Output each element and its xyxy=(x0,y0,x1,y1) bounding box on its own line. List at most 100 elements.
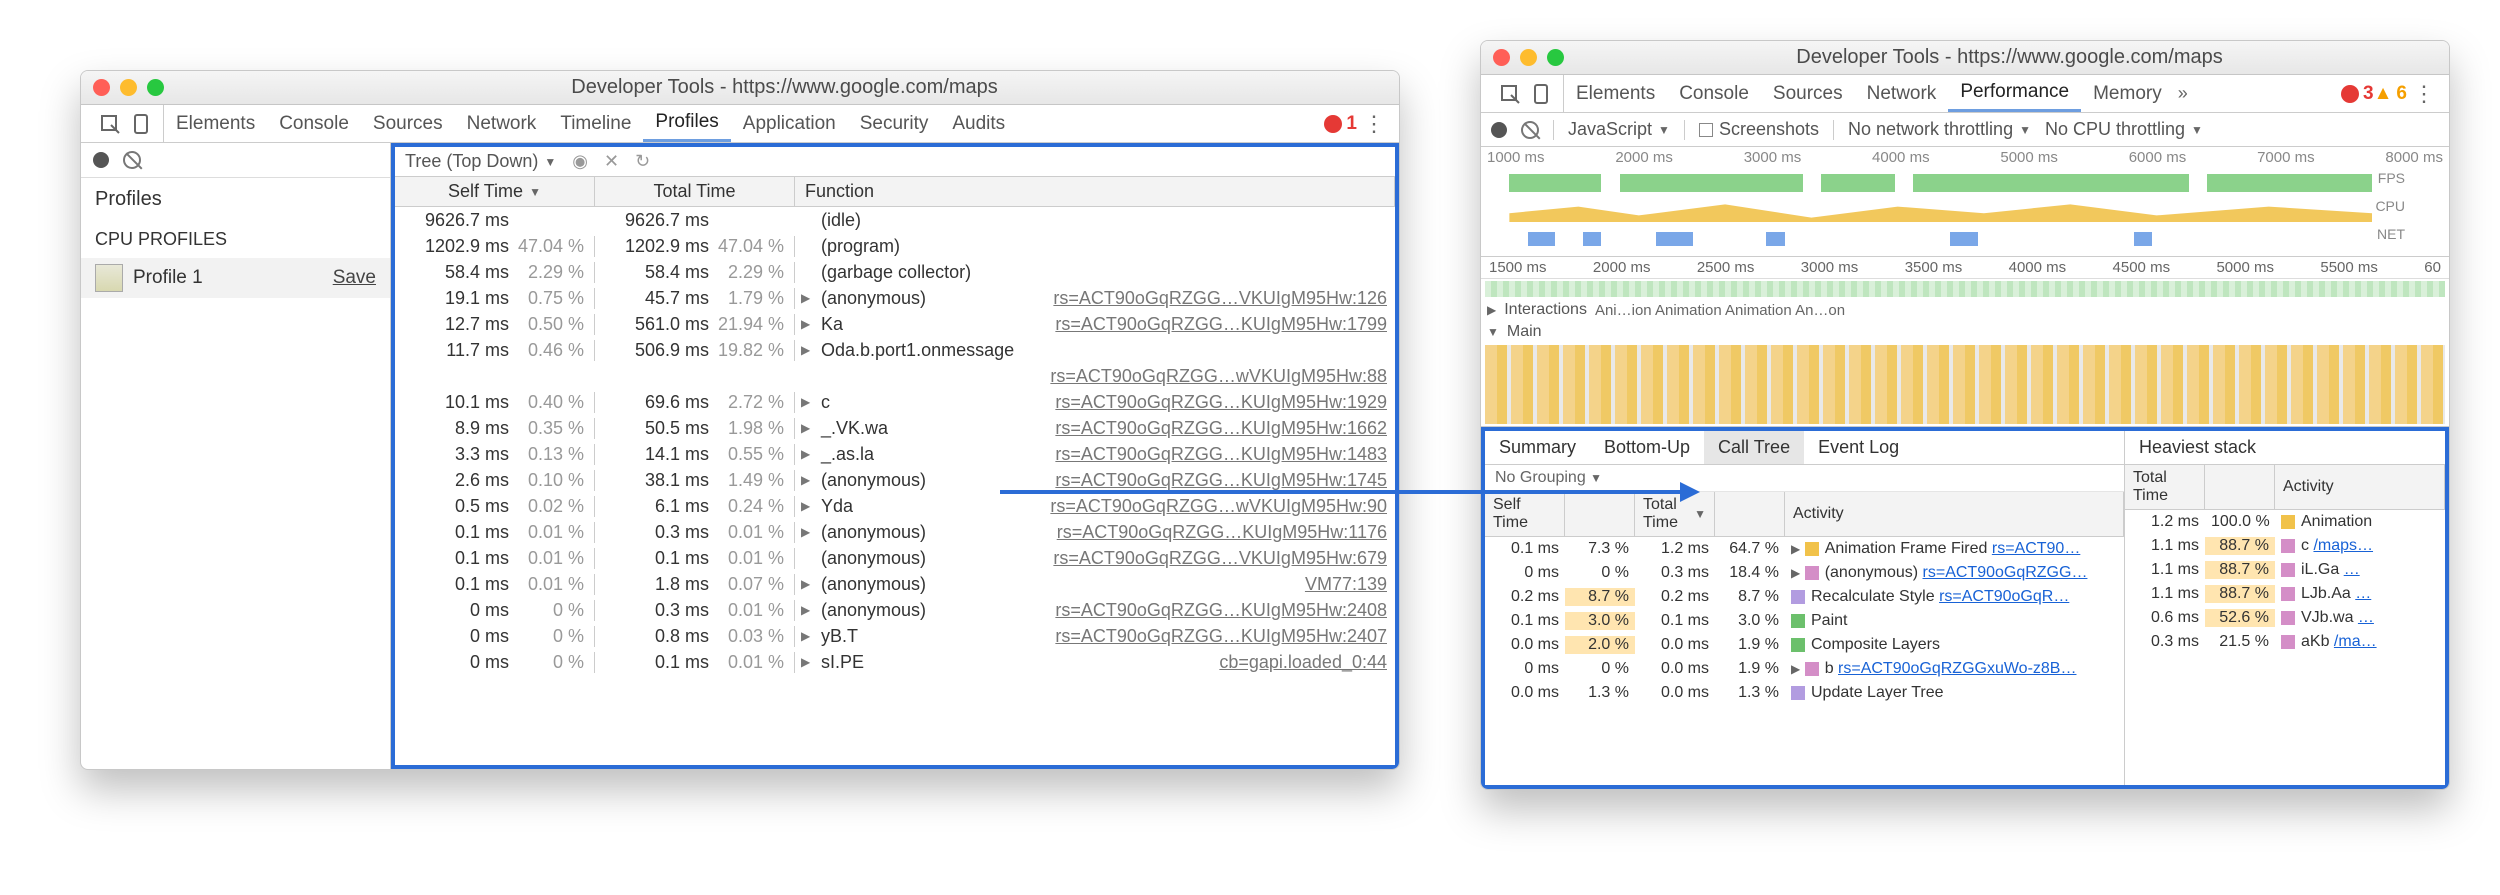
table-row[interactable]: 0 ms0 %0.3 ms18.4 %▶ (anonymous) rs=ACT9… xyxy=(1485,561,2124,585)
subtab-bottom-up[interactable]: Bottom-Up xyxy=(1590,431,1704,464)
expand-icon[interactable]: ▶ xyxy=(1481,303,1496,317)
col-function[interactable]: Function xyxy=(795,177,1395,206)
table-row[interactable]: 0.2 ms8.7 %0.2 ms8.7 %Recalculate Style … xyxy=(1485,585,2124,609)
source-link[interactable]: rs=ACT90oGqRZGG…wVKUIgM95Hw:90 xyxy=(1050,496,1395,517)
table-row[interactable]: 0.1 ms0.01 %0.3 ms0.01 %▶(anonymous)rs=A… xyxy=(395,519,1395,545)
source-link[interactable]: /maps… xyxy=(2313,537,2373,554)
close-x-icon[interactable]: ✕ xyxy=(604,151,619,172)
table-row[interactable]: 1.1 ms88.7 %LJb.Aa … xyxy=(2125,582,2445,606)
table-row[interactable]: 0.3 ms21.5 %aKb /ma… xyxy=(2125,630,2445,654)
table-row[interactable]: rs=ACT90oGqRZGG…wVKUIgM95Hw:88 xyxy=(395,363,1395,389)
clear-icon[interactable] xyxy=(1521,121,1539,139)
table-row[interactable]: 9626.7 ms9626.7 ms(idle) xyxy=(395,207,1395,233)
more-tabs-icon[interactable]: » xyxy=(2174,83,2192,104)
source-link[interactable]: … xyxy=(2355,585,2371,602)
source-link[interactable]: rs=ACT90oGqRZGG…KUIgM95Hw:1483 xyxy=(1055,444,1395,465)
minimize-icon[interactable] xyxy=(120,79,137,96)
source-link[interactable]: rs=ACT90oGqRZGG…KUIgM95Hw:1662 xyxy=(1055,418,1395,439)
source-link[interactable]: rs=ACT90oGqRZGG…KUIgM95Hw:1176 xyxy=(1057,522,1395,543)
source-link[interactable]: rs=ACT90oGqRZGG…KUIgM95Hw:1799 xyxy=(1055,314,1395,335)
table-row[interactable]: 0 ms0 %0.1 ms0.01 %▶sI.PEcb=gapi.loaded_… xyxy=(395,649,1395,675)
error-badge[interactable]: 3 xyxy=(2341,83,2374,105)
table-row[interactable]: 0.0 ms2.0 %0.0 ms1.9 %Composite Layers xyxy=(1485,633,2124,657)
col-total[interactable]: Total Time▼ xyxy=(1635,492,1715,536)
table-row[interactable]: 0.0 ms1.3 %0.0 ms1.3 %Update Layer Tree xyxy=(1485,681,2124,705)
source-link[interactable]: rs=ACT90oGqRZGG…KUIgM95Hw:1929 xyxy=(1055,392,1395,413)
table-row[interactable]: 10.1 ms0.40 %69.6 ms2.72 %▶crs=ACT90oGqR… xyxy=(395,389,1395,415)
screenshots-checkbox[interactable]: Screenshots xyxy=(1699,119,1819,140)
table-row[interactable]: 3.3 ms0.13 %14.1 ms0.55 %▶_.as.lars=ACT9… xyxy=(395,441,1395,467)
source-link[interactable]: … xyxy=(2344,561,2360,578)
table-row[interactable]: 58.4 ms2.29 %58.4 ms2.29 %(garbage colle… xyxy=(395,259,1395,285)
table-row[interactable]: 0.1 ms3.0 %0.1 ms3.0 %Paint xyxy=(1485,609,2124,633)
cpu-throttle-dropdown[interactable]: No CPU throttling ▼ xyxy=(2045,119,2203,140)
source-link[interactable]: rs=ACT90oGqRZGG…VKUIgM95Hw:679 xyxy=(1053,548,1395,569)
table-row[interactable]: 0.1 ms7.3 %1.2 ms64.7 %▶ Animation Frame… xyxy=(1485,537,2124,561)
tab-elements[interactable]: Elements xyxy=(164,105,267,142)
table-row[interactable]: 12.7 ms0.50 %561.0 ms21.94 %▶Kars=ACT90o… xyxy=(395,311,1395,337)
source-link[interactable]: rs=ACT90oGqRZGG…KUIgM95Hw:1745 xyxy=(1055,470,1395,491)
table-row[interactable]: 1.1 ms88.7 %iL.Ga … xyxy=(2125,558,2445,582)
col-total[interactable]: Total Time xyxy=(2125,465,2205,509)
source-link[interactable]: VM77:139 xyxy=(1305,574,1395,595)
record-icon[interactable] xyxy=(93,152,109,168)
minimize-icon[interactable] xyxy=(1520,49,1537,66)
collapse-icon[interactable]: ▼ xyxy=(1481,325,1499,339)
source-link[interactable]: … xyxy=(2358,609,2374,626)
table-row[interactable]: 19.1 ms0.75 %45.7 ms1.79 %▶(anonymous)rs… xyxy=(395,285,1395,311)
table-row[interactable]: 1202.9 ms47.04 %1202.9 ms47.04 %(program… xyxy=(395,233,1395,259)
tab-console[interactable]: Console xyxy=(1667,75,1761,112)
table-row[interactable]: 0 ms0 %0.0 ms1.9 %▶ b rs=ACT90oGqRZGGxuW… xyxy=(1485,657,2124,681)
tab-performance[interactable]: Performance xyxy=(1948,75,2081,112)
tab-application[interactable]: Application xyxy=(731,105,848,142)
device-icon[interactable] xyxy=(131,113,153,135)
table-row[interactable]: 0.1 ms0.01 %0.1 ms0.01 %(anonymous)rs=AC… xyxy=(395,545,1395,571)
table-row[interactable]: 1.2 ms100.0 %Animation xyxy=(2125,510,2445,534)
more-icon[interactable]: ⋮ xyxy=(2407,81,2441,107)
table-row[interactable]: 0.5 ms0.02 %6.1 ms0.24 %▶Ydars=ACT90oGqR… xyxy=(395,493,1395,519)
col-total[interactable]: Total Time xyxy=(595,177,795,206)
eye-icon[interactable]: ◉ xyxy=(572,151,588,172)
table-row[interactable]: 11.7 ms0.46 %506.9 ms19.82 %▶Oda.b.port1… xyxy=(395,337,1395,363)
js-dropdown[interactable]: JavaScript ▼ xyxy=(1568,119,1670,140)
tab-sources[interactable]: Sources xyxy=(1761,75,1855,112)
profile-item[interactable]: Profile 1 Save xyxy=(81,258,390,298)
subtab-call-tree[interactable]: Call Tree xyxy=(1704,431,1804,464)
reload-icon[interactable]: ↻ xyxy=(635,151,650,172)
more-icon[interactable]: ⋮ xyxy=(1357,111,1391,137)
table-row[interactable]: 0 ms0 %0.8 ms0.03 %▶yB.Trs=ACT90oGqRZGG…… xyxy=(395,623,1395,649)
source-link[interactable]: rs=ACT90oGqR… xyxy=(1939,588,2069,605)
table-row[interactable]: 0.6 ms52.6 %VJb.wa … xyxy=(2125,606,2445,630)
record-icon[interactable] xyxy=(1491,122,1507,138)
table-row[interactable]: 0 ms0 %0.3 ms0.01 %▶(anonymous)rs=ACT90o… xyxy=(395,597,1395,623)
col-self[interactable]: Self Time xyxy=(1485,492,1565,536)
col-self[interactable]: Self Time▼ xyxy=(395,177,595,206)
table-row[interactable]: 0.1 ms0.01 %1.8 ms0.07 %▶(anonymous)VM77… xyxy=(395,571,1395,597)
source-link[interactable]: cb=gapi.loaded_0:44 xyxy=(1219,652,1395,673)
source-link[interactable]: /ma… xyxy=(2334,633,2377,650)
table-row[interactable]: 1.1 ms88.7 %c /maps… xyxy=(2125,534,2445,558)
close-icon[interactable] xyxy=(1493,49,1510,66)
tab-network[interactable]: Network xyxy=(455,105,549,142)
source-link[interactable]: rs=ACT90oGqRZGGxuWo-z8B… xyxy=(1838,660,2076,677)
network-throttle-dropdown[interactable]: No network throttling ▼ xyxy=(1848,119,2031,140)
source-link[interactable]: rs=ACT90oGqRZGG…VKUIgM95Hw:126 xyxy=(1053,288,1395,309)
tab-memory[interactable]: Memory xyxy=(2081,75,2174,112)
inspect-icon[interactable] xyxy=(1499,83,1521,105)
col-activity[interactable]: Activity xyxy=(1785,492,2124,536)
tab-sources[interactable]: Sources xyxy=(361,105,455,142)
flame-chart[interactable]: 1500 ms2000 ms2500 ms3000 ms3500 ms4000 … xyxy=(1481,257,2449,427)
overview-minimap[interactable]: 1000 ms2000 ms3000 ms4000 ms5000 ms6000 … xyxy=(1481,147,2449,257)
subtab-summary[interactable]: Summary xyxy=(1485,431,1590,464)
device-icon[interactable] xyxy=(1531,83,1553,105)
tab-network[interactable]: Network xyxy=(1855,75,1949,112)
source-link[interactable]: rs=ACT90oGqRZGG…KUIgM95Hw:2408 xyxy=(1055,600,1395,621)
source-link[interactable]: rs=ACT90oGqRZGG…KUIgM95Hw:2407 xyxy=(1055,626,1395,647)
close-icon[interactable] xyxy=(93,79,110,96)
clear-icon[interactable] xyxy=(123,151,141,169)
maximize-icon[interactable] xyxy=(1547,49,1564,66)
warn-badge[interactable]: ▲ 6 xyxy=(2374,83,2407,105)
save-link[interactable]: Save xyxy=(333,267,376,289)
tab-elements[interactable]: Elements xyxy=(1564,75,1667,112)
grouping-dropdown[interactable]: No Grouping ▼ xyxy=(1485,465,2124,492)
